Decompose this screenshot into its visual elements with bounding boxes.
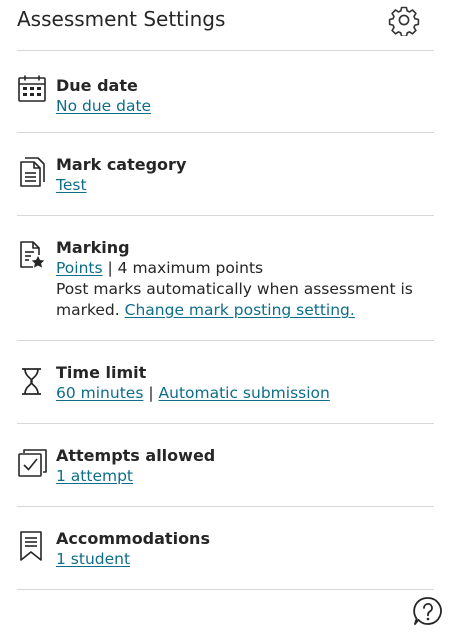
marking-points-line: Points | 4 maximum points — [56, 258, 431, 279]
mark-category-label: Mark category — [56, 155, 187, 174]
mark-category-section: Mark category Test — [17, 132, 434, 216]
time-limit-label: Time limit — [56, 363, 147, 382]
document-star-icon — [20, 241, 45, 268]
accommodations-link[interactable]: 1 student — [56, 550, 130, 568]
attempts-link[interactable]: 1 attempt — [56, 467, 133, 485]
time-limit-link[interactable]: 60 minutes — [56, 384, 143, 402]
hourglass-icon — [22, 368, 41, 395]
page-title: Assessment Settings — [17, 7, 226, 31]
due-date-link[interactable]: No due date — [56, 97, 151, 115]
accommodations-label: Accommodations — [56, 529, 210, 548]
attempts-section: Attempts allowed 1 attempt — [17, 423, 434, 507]
attempts-label: Attempts allowed — [56, 446, 216, 465]
gear-icon[interactable] — [388, 4, 420, 36]
time-limit-section: Time limit 60 minutes | Automatic submis… — [17, 340, 434, 424]
calendar-icon — [18, 75, 46, 102]
document-icon — [20, 157, 45, 187]
mark-category-link[interactable]: Test — [56, 176, 87, 194]
help-icon[interactable] — [413, 596, 443, 626]
mark-posting-text: Post marks automatically when assessment… — [56, 279, 431, 321]
marking-section: Marking Points | 4 maximum points Post m… — [17, 215, 434, 341]
marking-scheme-link[interactable]: Points — [56, 259, 103, 277]
automatic-submission-link[interactable]: Automatic submission — [159, 384, 330, 402]
separator: | — [148, 384, 154, 402]
bookmark-icon — [20, 531, 42, 561]
checkbox-stack-icon — [18, 449, 47, 477]
due-date-label: Due date — [56, 76, 138, 95]
settings-header: Assessment Settings — [17, 0, 434, 51]
time-limit-line: 60 minutes | Automatic submission — [56, 383, 431, 404]
max-points-text: 4 maximum points — [117, 259, 264, 277]
marking-label: Marking — [56, 238, 130, 257]
accommodations-section: Accommodations 1 student — [17, 506, 434, 590]
change-mark-posting-link[interactable]: Change mark posting setting. — [125, 301, 355, 319]
due-date-section: Due date No due date — [17, 51, 434, 133]
separator: | — [107, 259, 113, 277]
